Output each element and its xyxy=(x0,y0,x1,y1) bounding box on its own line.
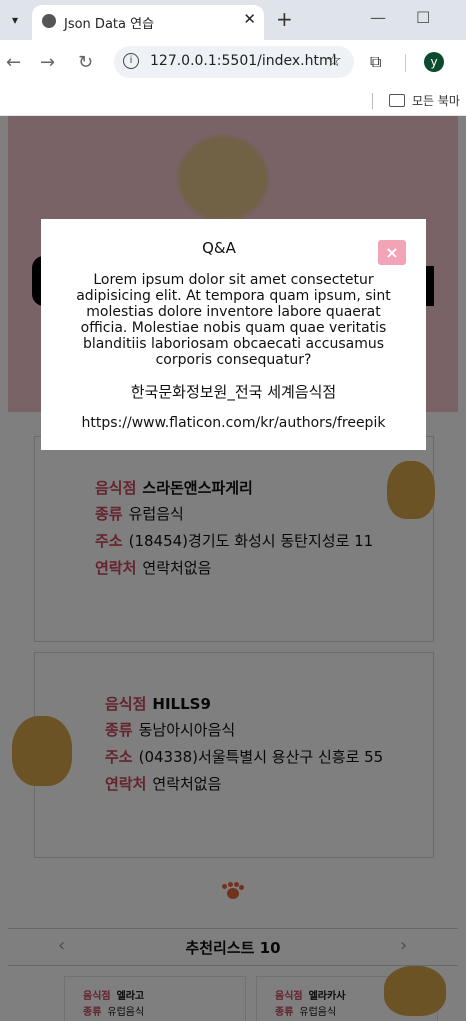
url-text: 127.0.0.1:5501/index.html xyxy=(150,53,337,69)
modal-close-button[interactable]: × xyxy=(378,240,406,265)
site-info-icon[interactable]: i xyxy=(123,53,139,69)
back-icon[interactable]: ← xyxy=(6,52,21,73)
bookmarks-bar: 모든 북마 xyxy=(0,87,466,116)
modal-title: Q&A xyxy=(202,239,236,257)
bookmark-folder-label[interactable]: 모든 북마 xyxy=(412,92,460,109)
tab-close-icon[interactable]: ✕ xyxy=(243,10,256,28)
tab-title: Json Data 연습 xyxy=(64,17,155,32)
new-tab-icon[interactable]: + xyxy=(276,7,293,31)
modal-source-link[interactable]: https://www.flaticon.com/kr/authors/free… xyxy=(41,415,426,431)
bookmark-star-icon[interactable]: ☆ xyxy=(326,50,342,71)
folder-icon[interactable] xyxy=(389,94,405,107)
tab-search-icon[interactable]: ▾ xyxy=(6,10,24,30)
maximize-icon[interactable]: ☐ xyxy=(416,8,430,27)
bookmarks-divider xyxy=(372,93,373,109)
address-bar[interactable]: i 127.0.0.1:5501/index.html ☆ xyxy=(114,46,354,78)
minimize-icon[interactable]: — xyxy=(370,8,386,27)
globe-icon xyxy=(42,14,56,28)
extensions-icon[interactable]: ⧉ xyxy=(370,52,381,72)
browser-tab-bar: ▾ Json Data 연습 ✕ + — ☐ xyxy=(0,0,466,40)
qa-modal: Q&A × Lorem ipsum dolor sit amet consect… xyxy=(41,219,426,450)
browser-tab[interactable]: Json Data 연습 ✕ xyxy=(32,5,264,40)
toolbar-divider xyxy=(405,54,406,72)
forward-icon[interactable]: → xyxy=(40,52,55,73)
modal-credit-text: 한국문화정보원_전국 세계음식점 xyxy=(130,383,337,401)
reload-icon[interactable]: ↻ xyxy=(78,52,93,73)
browser-toolbar: ← → ↻ i 127.0.0.1:5501/index.html ☆ ⧉ y xyxy=(0,40,466,87)
modal-body-text: Lorem ipsum dolor sit amet consectetur a… xyxy=(76,272,391,368)
profile-avatar[interactable]: y xyxy=(424,52,444,72)
